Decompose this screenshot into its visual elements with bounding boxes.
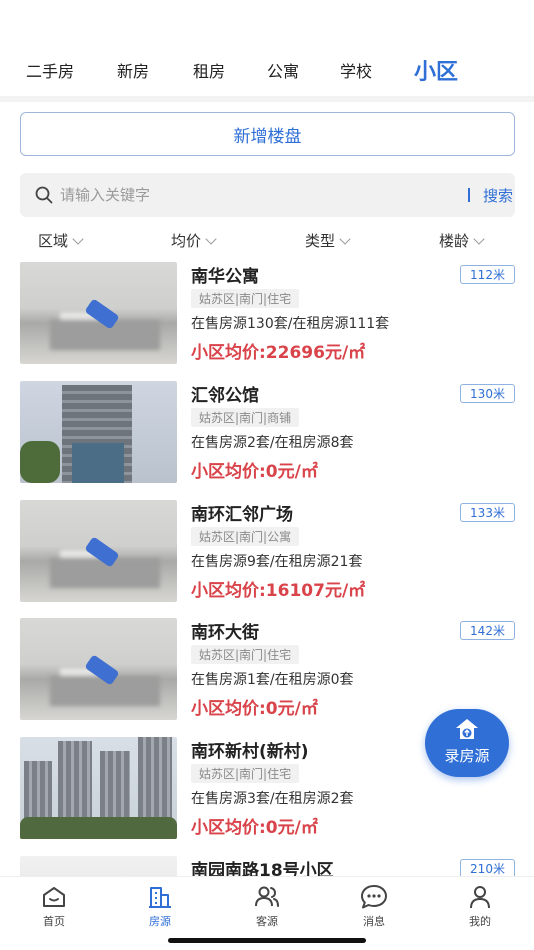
listing-stock: 在售房源2套/在租房源8套: [191, 435, 354, 451]
add-property-button[interactable]: 新增楼盘: [20, 112, 515, 156]
filter-label: 区域: [38, 232, 69, 250]
chat-icon: [361, 885, 387, 909]
profile-icon: [470, 886, 490, 909]
search-input[interactable]: [60, 181, 440, 209]
listing-price: 小区均价:16107元/㎡: [191, 581, 366, 601]
chevron-down-icon: [72, 232, 84, 245]
listing-tags: 姑苏区|南门|住宅: [191, 764, 300, 783]
chevron-down-icon: [473, 232, 485, 245]
listing-tags: 姑苏区|南门|住宅: [191, 289, 300, 308]
tab-rental[interactable]: 租房: [193, 58, 225, 82]
listing-title: 汇邻公馆: [191, 386, 259, 406]
listing-price: 小区均价:0元/㎡: [191, 462, 318, 482]
category-tabs: 二手房 新房 租房 公寓 学校 小区: [0, 0, 534, 96]
nav-label: 消息: [363, 915, 385, 928]
users-icon: [255, 886, 279, 907]
listing-photo: [20, 262, 177, 364]
listing-tags: 姑苏区|南门|商铺: [191, 408, 300, 427]
filter-type[interactable]: 类型: [305, 230, 351, 251]
listing-stock: 在售房源130套/在租房源111套: [191, 316, 390, 332]
listing-tags: 姑苏区|南门|公寓: [191, 527, 300, 546]
house-upload-icon: [456, 719, 478, 739]
listing-photo: [20, 737, 177, 839]
listing-stock: 在售房源9套/在租房源21套: [191, 554, 363, 570]
divider: [0, 96, 534, 102]
nav-clients[interactable]: 客源: [227, 883, 307, 929]
listing-stock: 在售房源1套/在租房源0套: [191, 672, 354, 688]
filter-label: 类型: [305, 232, 336, 250]
listing-price: 小区均价:0元/㎡: [191, 818, 318, 838]
listing-photo: [20, 856, 177, 876]
building-icon: [149, 887, 171, 908]
chevron-down-icon: [339, 232, 351, 245]
tab-apartment[interactable]: 公寓: [267, 58, 299, 82]
listing-photo: [20, 381, 177, 483]
nav-messages[interactable]: 消息: [334, 883, 414, 929]
nav-label: 我的: [469, 915, 491, 928]
search-icon: [35, 186, 53, 204]
distance-badge: 112米: [460, 265, 515, 284]
list-item[interactable]: 南环汇邻广场 133米 姑苏区|南门|公寓 在售房源9套/在租房源21套 小区均…: [0, 500, 534, 610]
tab-community[interactable]: 小区: [414, 54, 458, 86]
listing-title: 南环大街: [191, 623, 259, 643]
chevron-down-icon: [205, 232, 217, 245]
filter-label: 均价: [171, 232, 202, 250]
tab-new-homes[interactable]: 新房: [117, 58, 149, 82]
tab-second-hand[interactable]: 二手房: [26, 58, 74, 82]
filter-region[interactable]: 区域: [38, 230, 84, 251]
filter-age[interactable]: 楼龄: [439, 230, 485, 251]
tab-school[interactable]: 学校: [340, 58, 372, 82]
list-item[interactable]: 南园南路18号小区 210米: [0, 856, 534, 876]
nav-home[interactable]: 首页: [14, 883, 94, 929]
nav-label: 首页: [43, 915, 65, 928]
list-item[interactable]: 汇邻公馆 130米 姑苏区|南门|商铺 在售房源2套/在租房源8套 小区均价:0…: [0, 381, 534, 491]
nav-label: 客源: [256, 915, 278, 928]
listing-title: 南环汇邻广场: [191, 505, 293, 525]
filter-label: 楼龄: [439, 232, 470, 250]
listing-title: 南园南路18号小区: [191, 861, 334, 876]
listing-title: 南环新村(新村): [191, 742, 309, 762]
home-indicator: [168, 938, 366, 943]
filter-price[interactable]: 均价: [171, 230, 217, 251]
nav-listings[interactable]: 房源: [120, 883, 200, 929]
add-listing-fab[interactable]: 录房源: [425, 709, 509, 777]
listing-stock: 在售房源3套/在租房源2套: [191, 791, 354, 807]
search-bar: 搜索: [20, 173, 515, 217]
nav-label: 房源: [149, 915, 171, 928]
listing-tags: 姑苏区|南门|住宅: [191, 645, 300, 664]
home-icon: [43, 887, 65, 907]
list-item[interactable]: 南华公寓 112米 姑苏区|南门|住宅 在售房源130套/在租房源111套 小区…: [0, 262, 534, 372]
listing-price: 小区均价:0元/㎡: [191, 699, 318, 719]
search-button[interactable]: 搜索: [483, 185, 513, 206]
nav-profile[interactable]: 我的: [440, 883, 520, 929]
distance-badge: 142米: [460, 621, 515, 640]
listing-title: 南华公寓: [191, 267, 259, 287]
listing-photo: [20, 618, 177, 720]
fab-label: 录房源: [444, 747, 490, 765]
listing-price: 小区均价:22696元/㎡: [191, 343, 366, 363]
listing-photo: [20, 500, 177, 602]
distance-badge: 130米: [460, 384, 515, 403]
search-divider: [468, 188, 470, 202]
distance-badge: 133米: [460, 503, 515, 522]
distance-badge: 210米: [460, 859, 515, 876]
